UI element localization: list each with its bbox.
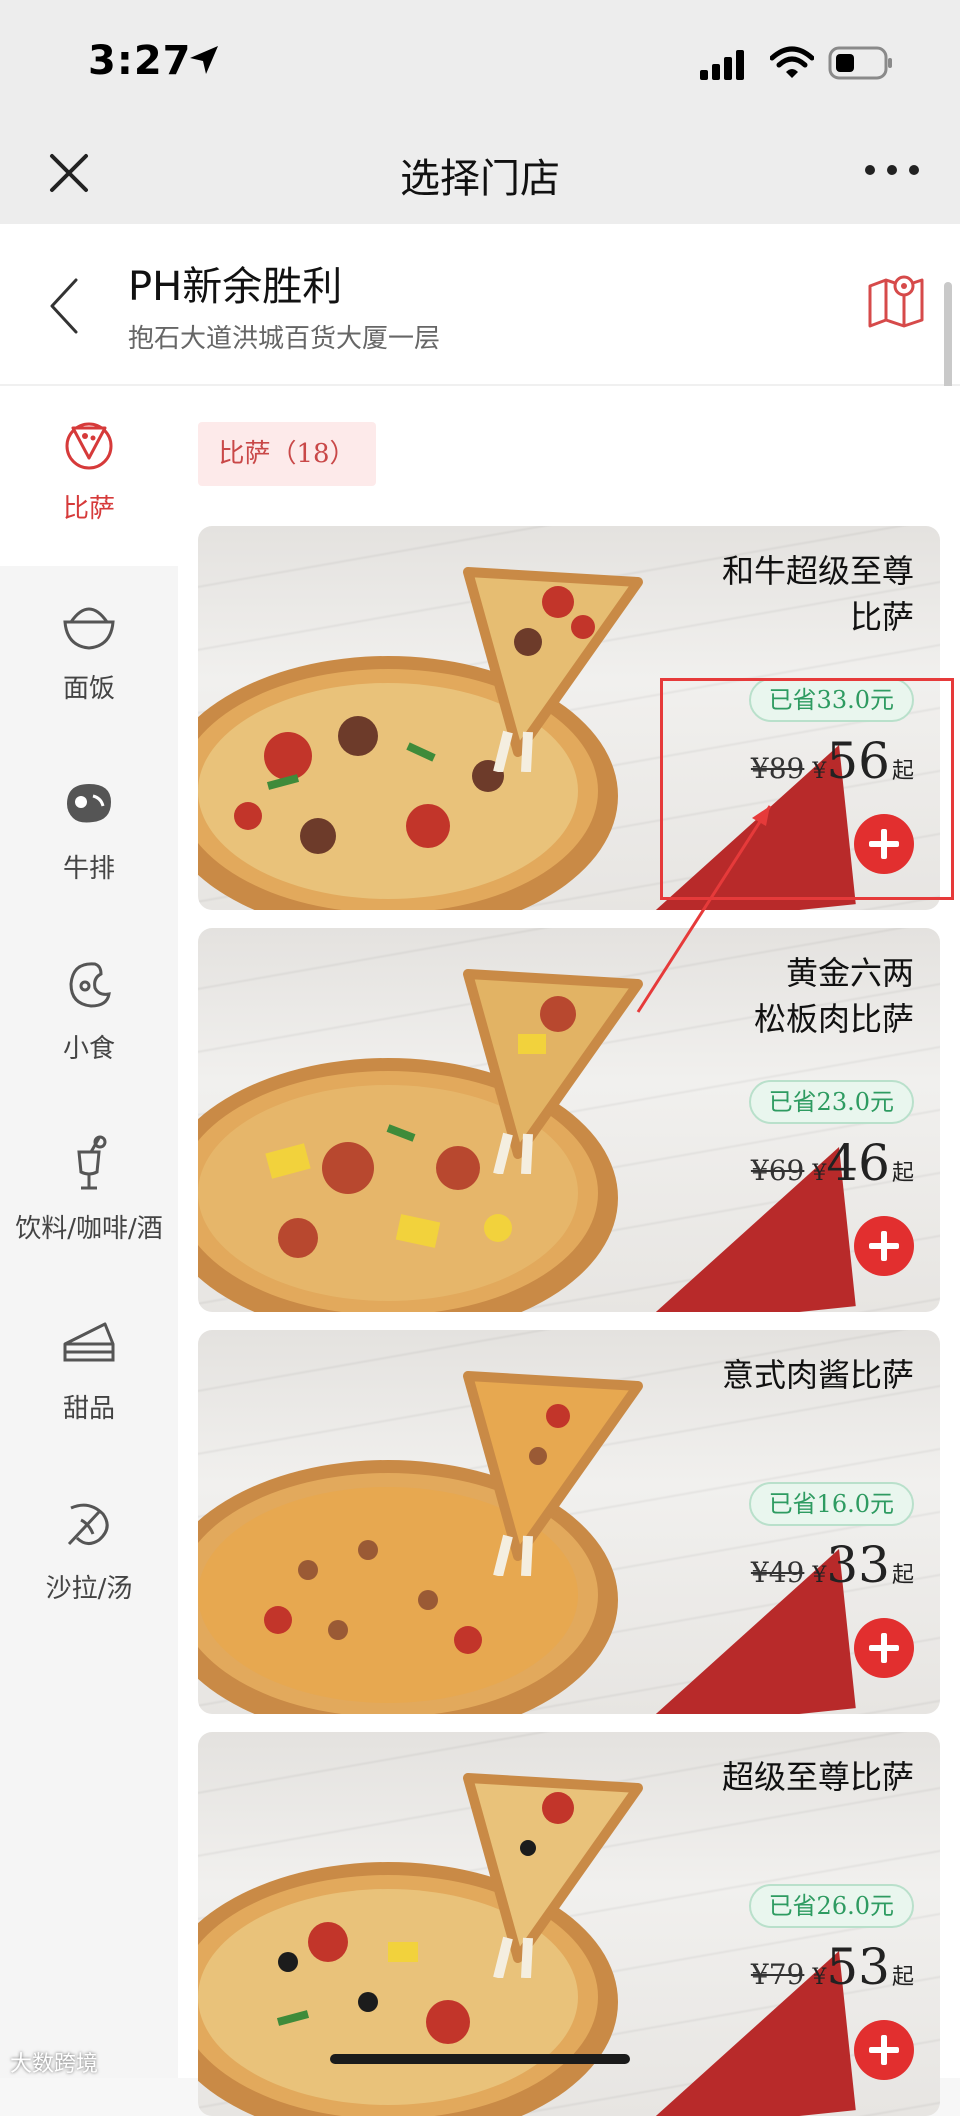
original-price: ¥79 bbox=[750, 1958, 805, 1991]
product-card[interactable]: 黄金六两 松板肉比萨 已省23.0元 ¥69 ¥46起 bbox=[198, 928, 940, 1312]
store-address: 抱石大道洪城百货大厦一层 bbox=[128, 324, 441, 354]
sidebar-item-drinks[interactable]: 饮料/咖啡/酒 bbox=[0, 1106, 178, 1286]
sidebar-item-label: 甜品 bbox=[62, 1394, 115, 1424]
sidebar-item-pizza[interactable]: 比萨 bbox=[0, 386, 178, 566]
savings-badge: 已省26.0元 bbox=[748, 1884, 914, 1928]
savings-badge: 已省16.0元 bbox=[748, 1482, 914, 1526]
pizza-slice-image bbox=[463, 1371, 643, 1576]
original-price: ¥69 bbox=[750, 1154, 805, 1187]
currency-symbol: ¥ bbox=[812, 1965, 827, 1990]
sidebar-item-label: 比萨 bbox=[62, 494, 115, 524]
sidebar-item-snacks[interactable]: 小食 bbox=[0, 926, 178, 1106]
sidebar-item-label: 沙拉/汤 bbox=[45, 1574, 133, 1604]
snack-icon bbox=[69, 962, 111, 1008]
add-to-cart-button[interactable] bbox=[854, 2020, 914, 2080]
home-indicator bbox=[330, 2054, 630, 2064]
store-header: PH新余胜利 抱石大道洪城百货大厦一层 bbox=[0, 224, 960, 386]
sidebar-item-noodles-rice[interactable]: 面饭 bbox=[0, 566, 178, 746]
status-bar: 3:27 bbox=[0, 0, 960, 120]
price-row: ¥79 ¥53起 bbox=[751, 1938, 914, 1998]
current-price: 46 bbox=[826, 1134, 890, 1192]
store-name[interactable]: PH新余胜利 bbox=[128, 254, 342, 312]
status-time: 3:27 bbox=[88, 38, 192, 84]
cake-icon bbox=[63, 1322, 115, 1362]
battery-icon bbox=[828, 46, 892, 80]
wifi-icon bbox=[770, 46, 814, 78]
sidebar-item-desserts[interactable]: 甜品 bbox=[0, 1286, 178, 1466]
annotation-highlight-box bbox=[660, 678, 954, 900]
add-to-cart-button[interactable] bbox=[854, 1618, 914, 1678]
price-suffix: 起 bbox=[891, 1563, 914, 1588]
price-suffix: 起 bbox=[891, 1161, 914, 1186]
product-name: 黄金六两 松板肉比萨 bbox=[753, 954, 914, 1038]
sidebar-item-label: 小食 bbox=[62, 1034, 115, 1064]
currency-symbol: ¥ bbox=[812, 1161, 827, 1186]
pizza-slice-image bbox=[463, 1773, 643, 1978]
category-sidebar: 比萨 面饭 牛排 小食 饮料/咖啡/酒 甜品 沙拉/汤 bbox=[0, 386, 178, 2078]
savings-badge: 已省23.0元 bbox=[748, 1080, 914, 1124]
pizza-icon bbox=[65, 422, 113, 470]
steak-icon bbox=[67, 784, 111, 823]
location-arrow-icon bbox=[190, 46, 218, 74]
sidebar-item-label: 饮料/咖啡/酒 bbox=[15, 1214, 163, 1244]
price-row: ¥49 ¥33起 bbox=[751, 1536, 914, 1596]
category-tag-pizza: 比萨（18） bbox=[198, 422, 376, 486]
price-row: ¥69 ¥46起 bbox=[751, 1134, 914, 1194]
product-name: 意式肉酱比萨 bbox=[721, 1356, 914, 1394]
drink-icon bbox=[77, 1135, 107, 1190]
more-options-icon[interactable] bbox=[862, 160, 922, 180]
salad-icon bbox=[67, 1503, 109, 1546]
page-title: 选择门店 bbox=[400, 156, 560, 202]
product-name: 和牛超级至尊 比萨 bbox=[721, 552, 914, 636]
cellular-signal-icon bbox=[700, 50, 744, 80]
map-icon[interactable] bbox=[866, 270, 926, 330]
back-chevron-icon[interactable] bbox=[46, 276, 82, 336]
current-price: 33 bbox=[826, 1536, 890, 1594]
nav-bar: 选择门店 bbox=[0, 120, 960, 224]
current-price: 53 bbox=[826, 1938, 890, 1996]
price-suffix: 起 bbox=[891, 1965, 914, 1990]
sidebar-item-steak[interactable]: 牛排 bbox=[0, 746, 178, 926]
sidebar-item-label: 面饭 bbox=[62, 674, 115, 704]
product-list: 比萨（18） 和牛超级至尊 比萨 已省33.0元 ¥89 ¥56起 黄金六两 松… bbox=[178, 386, 960, 2116]
pizza-slice-image bbox=[463, 969, 643, 1174]
watermark: 大数跨境 bbox=[10, 2052, 99, 2077]
scroll-indicator[interactable] bbox=[944, 282, 952, 392]
sidebar-item-salad-soup[interactable]: 沙拉/汤 bbox=[0, 1466, 178, 1646]
sidebar-item-label: 牛排 bbox=[62, 854, 115, 884]
original-price: ¥49 bbox=[750, 1556, 805, 1589]
add-to-cart-button[interactable] bbox=[854, 1216, 914, 1276]
product-name: 超级至尊比萨 bbox=[721, 1758, 914, 1796]
product-card[interactable]: 意式肉酱比萨 已省16.0元 ¥49 ¥33起 bbox=[198, 1330, 940, 1714]
currency-symbol: ¥ bbox=[812, 1563, 827, 1588]
bowl-icon bbox=[63, 607, 115, 650]
pizza-slice-image bbox=[463, 567, 643, 772]
